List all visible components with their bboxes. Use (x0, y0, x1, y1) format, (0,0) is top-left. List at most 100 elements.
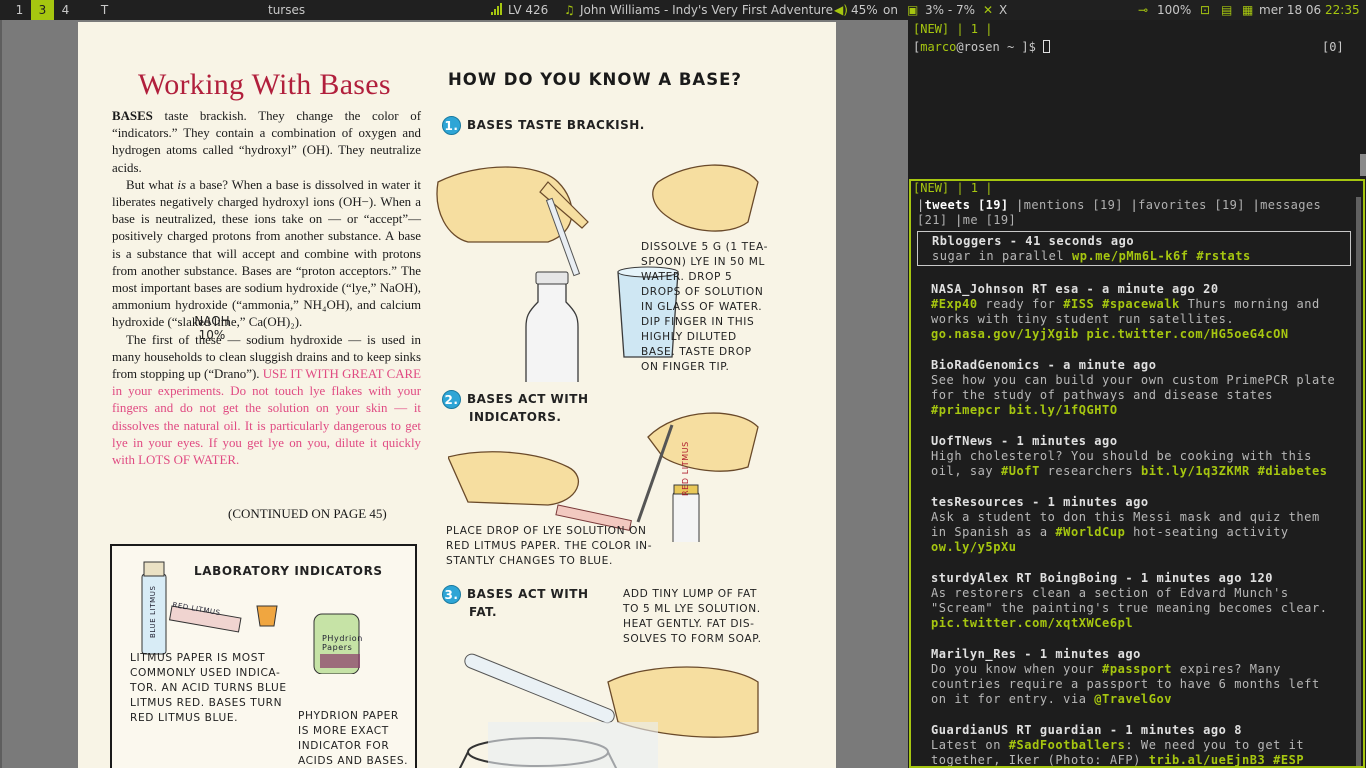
tab-me[interactable]: me [19] (963, 213, 1016, 227)
tweet-link[interactable]: ow.ly/y5pXu (931, 540, 1017, 554)
tweet-link[interactable]: trib.al/ueEjnB3 (1149, 753, 1266, 766)
tweet-link[interactable]: #ESP (1273, 753, 1304, 766)
tweet-item[interactable]: Marilyn_Res - 1 minutes ago Do you know w… (917, 645, 1351, 707)
caption-line: pHYDRION PAPER (298, 710, 399, 722)
step-3-title-line-1: BASES ACT WITH (467, 587, 589, 601)
tweet-item[interactable]: BioRadGenomics - a minute ago See how you… (917, 356, 1351, 418)
bottle-label-line-1: NaOH (194, 314, 230, 328)
tweet-header: UofTNews - 1 minutes ago (931, 434, 1118, 448)
tweet-link[interactable]: @TravelGov (1094, 692, 1172, 706)
pdf-viewer[interactable]: Working With Bases BASES taste brackish.… (0, 20, 908, 768)
tweet-item[interactable]: NASA_Johnson RT esa - a minute ago 20 #Ex… (917, 280, 1351, 342)
tweet-item[interactable]: Rbloggers - 41 seconds ago sugar in paral… (917, 231, 1351, 266)
workspace-3[interactable]: 3 (31, 0, 54, 20)
caption-line: TO 5 ml LYE SOLUTION. (623, 603, 761, 615)
tweet-text-segment: Latest on (931, 738, 1009, 752)
tweet-text: See how you can build your own custom Pr… (931, 373, 1339, 418)
paragraph-1-text: taste brackish. They change the color of… (112, 109, 421, 175)
tweet-text-segment: Do you know when your (931, 662, 1103, 676)
lead-word: BASES (112, 109, 153, 123)
tweet-link[interactable]: wp.me/pMm6L-k6f (1072, 249, 1189, 263)
page-title: Working With Bases (138, 68, 391, 101)
paragraph-2: But what is a base? When a base is disso… (112, 177, 421, 332)
tweet-link[interactable]: bit.ly/1q3ZKMR (1141, 464, 1250, 478)
caption-line: SPOON) LYE IN 50 ml (641, 256, 765, 268)
tab-favorites[interactable]: favorites [19] (1138, 198, 1245, 212)
caption-line: COMMONLY USED INDICA- (130, 667, 281, 679)
music-icon: ♫ (564, 3, 575, 17)
caption-line: TOR. AN ACID TURNS BLUE (130, 682, 287, 694)
tweet-text: #Exp40 ready for #ISS #spacewalk Thurs m… (931, 297, 1339, 342)
tweet-link[interactable]: #rstats (1196, 249, 1250, 263)
terminal-scrollbar[interactable] (1360, 154, 1366, 176)
battery-icon: ⊸ (1138, 3, 1149, 17)
workspace-4[interactable]: 4 (54, 0, 77, 20)
timeline-scrollbar[interactable] (1356, 197, 1361, 766)
turses-client[interactable]: [NEW] | 1 | |tweets [19] |mentions [19] … (909, 179, 1365, 768)
warning-text: USE IT WITH GREAT CARE in your experimen… (112, 367, 421, 468)
blue-litmus-label: BLUE LITMUS (149, 585, 157, 638)
paragraph-2-b: a base? When a base is dissolved in wate… (112, 177, 421, 330)
turses-tag-line: [NEW] | 1 | (913, 181, 993, 195)
tweet-item[interactable]: UofTNews - 1 minutes ago High cholesterol… (917, 432, 1351, 479)
caption-line: INDICATOR FOR (298, 740, 390, 752)
paragraph-3: The first of these — sodium hydroxide — … (112, 332, 421, 470)
tweet-link[interactable]: bit.ly/1fQGHTO (1009, 403, 1118, 417)
tweet-link[interactable]: #SadFootballers (1009, 738, 1126, 752)
step-3-number: 3. (442, 585, 461, 604)
red-litmus-vial-label: RED LITMUS (681, 441, 690, 496)
tweet-link[interactable]: pic.twitter.com/HG5oeG4cON (1087, 327, 1289, 341)
tweet-text-segment: See how you can build your own custom Pr… (931, 373, 1336, 402)
close-label: X (999, 3, 1008, 17)
tweet-link[interactable]: go.nasa.gov/1yjXgib (931, 327, 1079, 341)
window-title: turses (268, 3, 306, 17)
tweet-text: High cholesterol? You should be cooking … (931, 449, 1339, 479)
tweet-link[interactable]: pic.twitter.com/xqtXWCe6pl (931, 616, 1133, 630)
date: mer 18 06 (1259, 3, 1322, 17)
tweet-text-segment (1250, 464, 1258, 478)
tweet-header: tesResources - 1 minutes ago (931, 495, 1149, 509)
workspace-1[interactable]: 1 (8, 0, 31, 20)
tweet-header: GuardianUS RT guardian - 1 minutes ago 8 (931, 723, 1242, 737)
shell-prompt[interactable]: [marco@rosen ~ ]$ (913, 40, 1051, 54)
tweet-header: Marilyn_Res - 1 minutes ago (931, 647, 1141, 661)
tab-mentions[interactable]: mentions [19] (1024, 198, 1123, 212)
step-2-caption: PLACE DROP OF LYE SOLUTION ON RED LITMUS… (446, 524, 652, 569)
prompt-host: rosen (963, 40, 1000, 54)
caption-line: DIP FINGER IN THIS (641, 316, 755, 328)
tweet-item[interactable]: tesResources - 1 minutes ago Ask a studen… (917, 493, 1351, 555)
fan-icon: ✕ (983, 3, 994, 17)
clock: 22:35 (1325, 3, 1360, 17)
tab-tweets[interactable]: tweets [19] (925, 198, 1009, 212)
tweet-link[interactable]: #UofT (1001, 464, 1040, 478)
calendar-icon: ▦ (1242, 3, 1254, 17)
tweet-text: Do you know when your #passport expires?… (931, 662, 1339, 707)
tweet-link[interactable]: #diabetes (1258, 464, 1328, 478)
workspace-t[interactable]: T (93, 0, 116, 20)
caption-line: HIGHLY DILUTED (641, 331, 737, 343)
signal-icon (490, 1, 504, 21)
volume-level: 45% (851, 3, 878, 17)
tweet-item[interactable]: GuardianUS RT guardian - 1 minutes ago 8… (917, 721, 1351, 766)
timeline-tabs: |tweets [19] |mentions [19] |favorites [… (917, 198, 1322, 227)
tweet-link[interactable]: #ISS (1063, 297, 1094, 311)
tweet-link[interactable]: #passport (1102, 662, 1172, 676)
tweet-link[interactable]: #primepcr (931, 403, 1001, 417)
terminal-shell[interactable]: [NEW] | 1 | [marco@rosen ~ ]$ [0] (908, 20, 1366, 178)
naoh-bottle-label: NaOH 10% (192, 314, 232, 342)
step-3-heading: 3. BASES ACT WITH FAT. (442, 585, 588, 620)
tweet-text-segment (1094, 297, 1102, 311)
litmus-caption: LITMUS PAPER IS MOST COMMONLY USED INDIC… (130, 651, 287, 726)
caption-line: DROPS OF SOLUTION (641, 286, 764, 298)
tweet-link[interactable]: #WorldCup (1055, 525, 1125, 539)
tweet-item[interactable]: sturdyAlex RT BoingBoing - 1 minutes ago… (917, 569, 1351, 631)
tweet-link[interactable]: #spacewalk (1102, 297, 1180, 311)
caption-line: ADD TINY LUMP OF FAT (623, 588, 758, 600)
tweet-text-segment (1001, 403, 1009, 417)
terminal-indicator: [0] (1322, 40, 1344, 54)
now-playing: John Williams - Indy's Very First Advent… (580, 3, 833, 17)
terminal-tag-line: [NEW] | 1 | (913, 22, 993, 36)
tweet-link[interactable]: #Exp40 (931, 297, 978, 311)
step-3-title-line-2: FAT. (469, 605, 498, 619)
network-label: LV 426 (508, 3, 549, 17)
